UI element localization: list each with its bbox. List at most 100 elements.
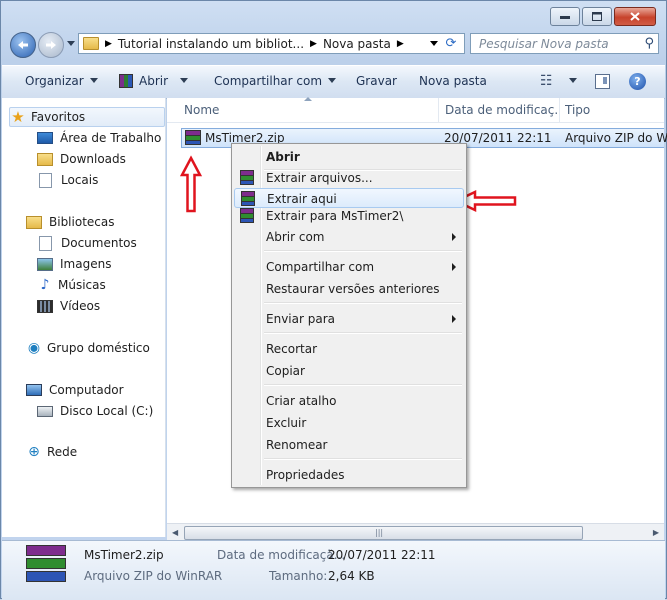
minimize-icon: [560, 15, 570, 19]
video-icon: [37, 299, 53, 313]
menu-label: Extrair aqui: [267, 192, 337, 206]
chevron-right-icon[interactable]: ▶: [397, 39, 404, 49]
menu-label: Renomear: [266, 438, 328, 452]
nav-item-music[interactable]: ♪ Músicas: [37, 276, 106, 294]
winrar-icon: [241, 191, 255, 206]
column-header: Nome Data de modificaç... Tipo: [167, 97, 664, 123]
refresh-icon[interactable]: ⟳: [442, 36, 460, 51]
nav-item-places[interactable]: Locais: [37, 171, 98, 189]
help-button[interactable]: ?: [629, 73, 646, 90]
nav-label: Músicas: [58, 278, 106, 292]
nav-item-homegroup[interactable]: ◉ Grupo doméstico: [26, 339, 150, 357]
nav-item-network[interactable]: ⊕ Rede: [26, 443, 77, 461]
nav-item-local-disk[interactable]: Disco Local (C:): [37, 402, 153, 420]
details-date-label: Data de modificaçã...: [217, 548, 346, 562]
scroll-left-icon[interactable]: ◀: [172, 528, 178, 537]
column-type[interactable]: Tipo: [565, 103, 590, 117]
breadcrumb-current[interactable]: Nova pasta: [323, 37, 391, 51]
organize-menu[interactable]: Organizar: [25, 74, 98, 88]
organize-label: Organizar: [25, 74, 84, 88]
menu-label: Restaurar versões anteriores: [266, 282, 440, 296]
column-date[interactable]: Data de modificaç...: [445, 103, 559, 117]
nav-item-desktop[interactable]: Área de Trabalho: [37, 129, 161, 147]
new-folder-label: Nova pasta: [419, 74, 487, 88]
search-icon[interactable]: ⚲: [644, 36, 654, 51]
menu-item-open-with[interactable]: Abrir com: [234, 227, 464, 247]
open-button[interactable]: Abrir: [119, 74, 189, 88]
winrar-archive-large-icon: [26, 545, 66, 589]
chevron-right-icon[interactable]: ▶: [310, 39, 317, 49]
context-menu: Abrir Extrair arquivos... Extrair aqui E…: [231, 143, 467, 488]
new-folder-button[interactable]: Nova pasta: [419, 74, 487, 88]
forward-button[interactable]: [38, 32, 64, 58]
address-bar[interactable]: ▶ Tutorial instalando um bibliot... ▶ No…: [78, 33, 465, 54]
recent-pages-dropdown[interactable]: [67, 41, 75, 46]
nav-item-downloads[interactable]: Downloads: [37, 150, 126, 168]
nav-item-libraries[interactable]: Bibliotecas: [26, 213, 114, 231]
navigation-pane: ★ Favoritos Área de Trabalho Downloads Lo…: [2, 98, 166, 537]
menu-item-extract-here[interactable]: Extrair aqui: [234, 188, 464, 208]
burn-label: Gravar: [356, 74, 397, 88]
menu-item-extract-to[interactable]: Extrair para MsTimer2\: [234, 206, 464, 226]
maximize-button[interactable]: [582, 7, 612, 26]
network-icon: ⊕: [28, 444, 40, 460]
search-input[interactable]: [477, 36, 641, 52]
details-pane: MsTimer2.zip Arquivo ZIP do WinRAR Data …: [2, 540, 665, 600]
menu-separator: [264, 250, 462, 252]
nav-item-favorites[interactable]: ★ Favoritos: [9, 107, 165, 127]
menu-item-delete[interactable]: Excluir: [234, 413, 464, 433]
nav-label: Downloads: [60, 152, 126, 166]
nav-label: Bibliotecas: [49, 215, 115, 229]
computer-icon: [26, 384, 42, 396]
details-file-type: Arquivo ZIP do WinRAR: [84, 569, 223, 583]
chevron-right-icon[interactable]: ▶: [105, 39, 112, 49]
column-divider[interactable]: [559, 98, 560, 122]
details-date-value: 20/07/2011 22:11: [328, 548, 436, 562]
nav-label: Documentos: [61, 236, 137, 250]
nav-label: Imagens: [60, 257, 112, 271]
column-divider[interactable]: [438, 98, 439, 122]
menu-item-properties[interactable]: Propriedades: [234, 465, 464, 485]
breadcrumb-parent[interactable]: Tutorial instalando um bibliot...: [118, 37, 304, 51]
back-button[interactable]: [10, 32, 36, 58]
nav-item-documents[interactable]: Documentos: [37, 234, 137, 252]
nav-item-videos[interactable]: Vídeos: [37, 297, 100, 315]
star-icon: ★: [11, 108, 25, 126]
menu-item-extract-files[interactable]: Extrair arquivos...: [234, 168, 464, 188]
burn-button[interactable]: Gravar: [356, 74, 397, 88]
view-options-button[interactable]: ☷: [540, 73, 577, 89]
library-icon: [26, 215, 42, 229]
menu-separator: [264, 384, 462, 386]
menu-label: Recortar: [266, 342, 318, 356]
minimize-button[interactable]: [550, 7, 580, 26]
menu-label: Propriedades: [266, 468, 345, 482]
column-name[interactable]: Nome: [184, 103, 219, 117]
menu-item-rename[interactable]: Renomear: [234, 435, 464, 455]
scroll-thumb[interactable]: |||: [184, 526, 583, 540]
menu-label: Copiar: [266, 364, 305, 378]
address-dropdown[interactable]: [430, 41, 438, 46]
details-size-label: Tamanho:: [269, 569, 328, 583]
menu-item-open[interactable]: Abrir: [234, 147, 464, 167]
menu-item-send-to[interactable]: Enviar para: [234, 309, 464, 329]
menu-item-share-with[interactable]: Compartilhar com: [234, 257, 464, 277]
list-view-icon: ☷: [540, 73, 553, 89]
menu-item-copy[interactable]: Copiar: [234, 361, 464, 381]
winrar-icon: [119, 74, 133, 88]
nav-item-computer[interactable]: Computador: [26, 381, 124, 399]
winrar-icon: [240, 170, 254, 185]
search-box[interactable]: ⚲: [470, 33, 659, 54]
explorer-window: ▶ Tutorial instalando um bibliot... ▶ No…: [0, 0, 667, 600]
menu-item-cut[interactable]: Recortar: [234, 339, 464, 359]
menu-item-create-shortcut[interactable]: Criar atalho: [234, 391, 464, 411]
scroll-right-icon[interactable]: ▶: [653, 528, 659, 537]
share-menu[interactable]: Compartilhar com: [214, 74, 337, 88]
arrow-left-icon: [18, 41, 28, 49]
horizontal-scrollbar[interactable]: ◀ ||| ▶: [167, 523, 664, 541]
menu-item-restore[interactable]: Restaurar versões anteriores: [234, 279, 464, 299]
preview-pane-button[interactable]: [595, 74, 610, 89]
close-button[interactable]: [614, 7, 656, 26]
folder-icon: [83, 37, 99, 50]
nav-item-images[interactable]: Imagens: [37, 255, 111, 273]
arrow-right-icon: [46, 41, 56, 49]
